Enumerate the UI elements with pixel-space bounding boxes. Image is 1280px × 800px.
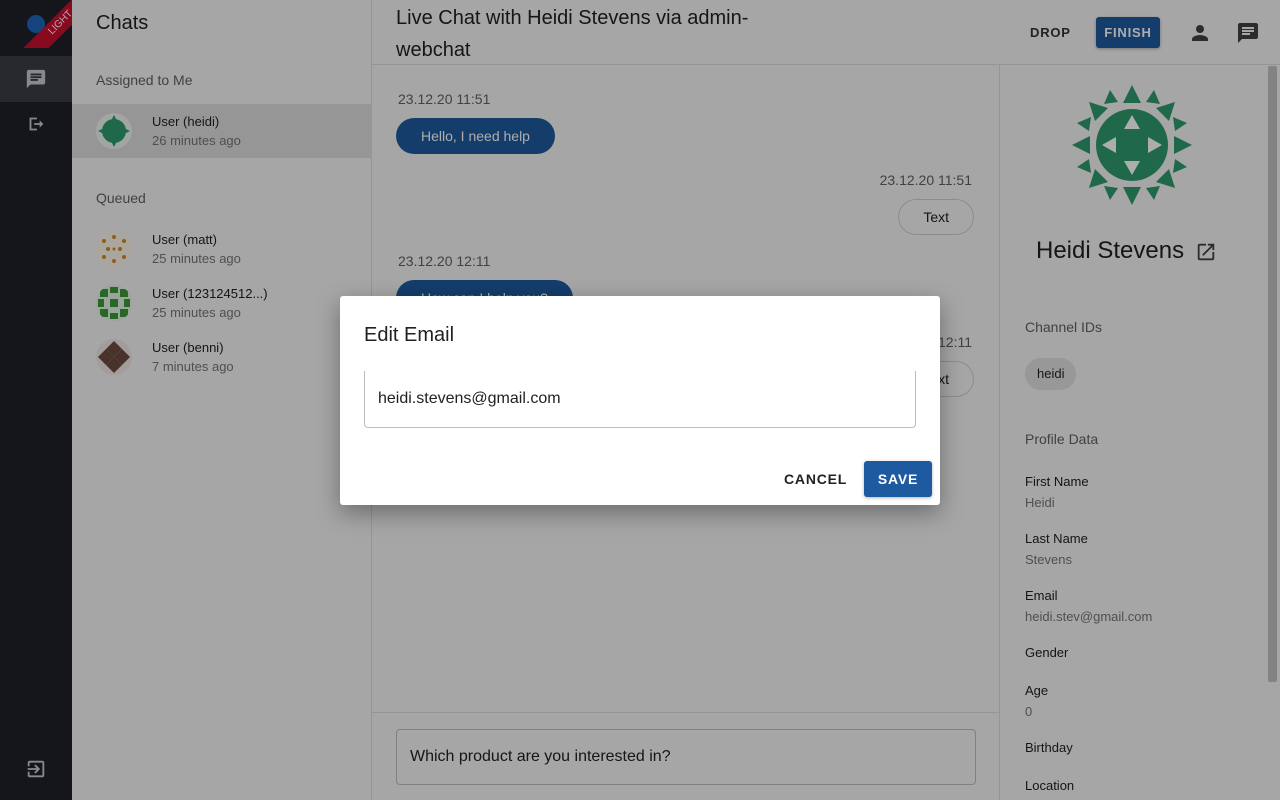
cancel-button[interactable]: CANCEL [776, 461, 855, 497]
email-field[interactable]: heidi.stevens@gmail.com [364, 371, 916, 428]
save-button[interactable]: SAVE [864, 461, 932, 497]
dialog-title: Edit Email [364, 324, 455, 346]
edit-email-dialog: Edit Email heidi.stevens@gmail.com CANCE… [340, 296, 940, 505]
